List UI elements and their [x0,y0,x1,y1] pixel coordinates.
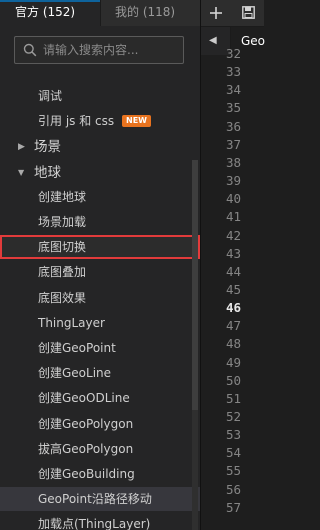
line-number: 33 [225,64,241,80]
tree-item-label: 创建GeoODLine [38,391,130,406]
sidebar-scrollbar-thumb[interactable] [192,160,198,410]
search-box[interactable]: 请输入搜索内容... [14,36,184,64]
tree-item-label: ThingLayer [38,315,105,330]
tree-item[interactable]: 创建GeoODLine [0,386,200,410]
tree-item[interactable]: 场景加载 [0,210,200,234]
tree-item[interactable]: 加载点(ThingLayer) [0,512,200,530]
line-number: 51 [225,390,241,406]
caret-down-icon: ▼ [18,167,25,177]
line-number: 44 [225,263,241,279]
line-number: 45 [225,281,241,297]
sidebar-tabs: 官方 (152) 我的 (118) [0,0,200,26]
line-number: 55 [225,463,241,479]
tree-item-label: 地球 [34,164,61,181]
example-sidebar: 官方 (152) 我的 (118) 请输入搜索内容... 调试引用 js 和 c… [0,0,200,530]
line-number: 54 [225,445,241,461]
tree-item-label: 底图效果 [38,290,87,305]
tree-item-label: 场景加载 [38,215,87,229]
tree-item-label: 调试 [38,89,63,103]
tree-item[interactable]: 调试 [0,84,200,108]
tree-item[interactable]: 创建地球 [0,185,200,209]
line-number: 32 [225,46,241,61]
tree-item-label: 引用 js 和 css [38,114,115,129]
line-number: 41 [225,209,241,225]
line-number: 49 [225,354,241,370]
line-number: 37 [225,136,241,152]
tree-item[interactable]: 底图叠加 [0,260,200,284]
tab-official[interactable]: 官方 (152) [0,0,100,26]
tab-mine[interactable]: 我的 (118) [100,0,200,26]
line-number: 43 [225,245,241,261]
tree-item[interactable]: 底图切换 [0,235,200,260]
tree-item-label: 创建GeoPoint [38,341,116,355]
tree-item[interactable]: 引用 js 和 css NEW [0,109,200,133]
tree-group[interactable]: ▶ 场景 [0,134,200,160]
line-number: 40 [225,191,241,207]
tree-item-label: 加载点(ThingLayer) [38,517,151,530]
line-number: 50 [225,372,241,388]
sidebar-scrollbar[interactable] [192,160,198,530]
tree-item[interactable]: GeoPoint沿路径移动 [0,487,200,512]
line-number: 47 [225,318,241,334]
line-number: 53 [225,427,241,443]
plus-icon [210,7,222,19]
tree-item-label: 创建GeoLine [38,366,112,381]
tree-item-label: 创建GeoPolygon [38,416,134,431]
search-input-placeholder: 请输入搜索内容... [43,43,139,57]
code-editor: ◀ Geo 32 33 34 35 36 37 38 39 40 41 42 43 44 45 46 47 48… [200,0,281,530]
new-badge: NEW [122,115,151,128]
line-number: 57 [225,499,241,515]
line-number: 39 [225,173,241,189]
save-icon [241,6,255,19]
tree-item-label: 底图叠加 [38,265,87,280]
search-icon [23,43,37,57]
line-number: 46 [225,300,241,316]
tree-item-label: 创建地球 [38,189,87,204]
tree-item[interactable]: ThingLayer [0,311,200,335]
tree-item-label: 创建GeoBuilding [38,467,135,481]
tree-group[interactable]: ▼ 地球 [0,160,200,186]
line-number: 56 [225,481,241,497]
tree-item-label: GeoPoint沿路径移动 [38,492,152,507]
editor-toolbar [201,0,264,26]
line-number: 38 [225,154,241,170]
add-tab-button[interactable] [203,0,229,26]
caret-right-icon: ▶ [18,142,25,153]
tree-item[interactable]: 创建GeoBuilding [0,462,200,486]
line-number: 48 [225,336,241,352]
tree-item[interactable]: 拔高GeoPolygon [0,437,200,461]
tree-item[interactable]: 底图效果 [0,286,200,310]
tree-item-label: 底图切换 [38,240,87,255]
line-number: 34 [225,82,241,98]
tree-item[interactable]: 创建GeoPolygon [0,412,200,436]
line-number: 35 [225,100,241,116]
tree-item-label: 拔高GeoPolygon [38,441,134,456]
save-button[interactable] [235,0,261,26]
tree-item[interactable]: 创建GeoPoint [0,336,200,360]
tree-item-label: 场景 [34,139,61,156]
line-number: 52 [225,409,241,424]
line-number: 36 [225,118,241,134]
tree-item[interactable]: 创建GeoLine [0,361,200,385]
line-number: 42 [225,227,241,243]
